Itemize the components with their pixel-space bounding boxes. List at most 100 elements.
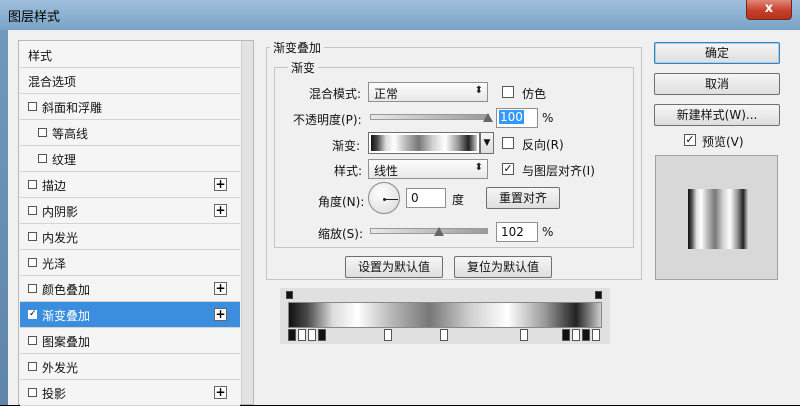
style-item-label: 描边 (42, 179, 67, 193)
style-item-checkbox[interactable] (28, 362, 37, 371)
align-with-layer-label: 与图层对齐(I) (522, 164, 595, 178)
style-item[interactable]: 样式 (20, 42, 240, 68)
gradient-picker[interactable] (368, 132, 480, 154)
style-item[interactable]: 外发光 (20, 354, 240, 380)
style-item[interactable]: 图案叠加 (20, 328, 240, 354)
opacity-slider[interactable] (370, 114, 488, 120)
style-item-label: 内阴影 (42, 205, 79, 219)
style-item[interactable]: 颜色叠加 + (20, 276, 240, 302)
color-stop[interactable] (520, 329, 528, 341)
style-item[interactable]: 内发光 (20, 224, 240, 250)
angle-input[interactable]: 0 (406, 188, 446, 208)
cancel-button[interactable]: 取消 (654, 73, 780, 95)
window-title: 图层样式 (8, 10, 61, 25)
style-item-label: 光泽 (42, 257, 67, 271)
style-item-label: 样式 (28, 49, 53, 63)
style-item-label: 纹理 (52, 153, 77, 167)
scale-input[interactable]: 102 (496, 222, 538, 242)
style-item-checkbox[interactable]: ✓ (28, 310, 37, 319)
reset-default-button[interactable]: 复位为默认值 (454, 256, 552, 278)
style-item[interactable]: 纹理 (20, 146, 240, 172)
color-stop[interactable] (572, 329, 580, 341)
dither-checkbox[interactable] (502, 86, 514, 98)
align-with-layer-checkbox[interactable]: ✓ (502, 163, 514, 175)
updown-arrow-icon: ⬍ (474, 85, 483, 96)
ok-button[interactable]: 确定 (654, 42, 780, 64)
plus-icon[interactable]: + (214, 282, 227, 295)
angle-dial[interactable] (368, 182, 400, 214)
style-item-label: 图案叠加 (42, 335, 91, 349)
scale-unit: % (542, 225, 554, 239)
style-item[interactable]: 内阴影 + (20, 198, 240, 224)
preview-swatch (688, 189, 748, 249)
gradient-editor-bar[interactable] (288, 302, 602, 328)
style-item[interactable]: 等高线 (20, 120, 240, 146)
style-item-checkbox[interactable] (28, 232, 37, 241)
style-item[interactable]: 斜面和浮雕 (20, 94, 240, 120)
style-label: 样式: (334, 164, 363, 178)
styles-list-scrollbar[interactable] (241, 41, 253, 404)
chevron-down-icon: ▼ (483, 138, 491, 148)
plus-icon[interactable]: + (214, 308, 227, 321)
layer-style-dialog: 图层样式 x 样式混合选项 斜面和浮雕等高线纹理描边 + 内阴影 + 内发光光泽颜色叠加 +… (0, 0, 800, 406)
opacity-input[interactable]: 100 (496, 108, 538, 128)
title-bar: 图层样式 x (0, 0, 800, 30)
style-item-checkbox[interactable] (28, 258, 37, 267)
style-select[interactable]: 线性 ⬍ (368, 159, 488, 179)
gradient-editor-preview (280, 288, 610, 344)
plus-icon[interactable]: + (214, 386, 227, 399)
style-item-checkbox[interactable] (38, 128, 47, 137)
style-item[interactable]: ✓ 渐变叠加 + (20, 302, 240, 328)
color-stop[interactable] (288, 329, 296, 341)
preview-checkbox[interactable]: ✓ (684, 134, 696, 146)
color-stop[interactable] (440, 329, 448, 341)
style-item[interactable]: 投影 + (20, 380, 240, 406)
reverse-checkbox[interactable] (502, 137, 514, 149)
style-item-checkbox[interactable] (38, 154, 47, 163)
style-item-label: 渐变叠加 (42, 309, 91, 323)
blend-mode-label: 混合模式: (309, 87, 362, 101)
scale-slider-thumb[interactable] (434, 227, 444, 236)
plus-icon[interactable]: + (214, 204, 227, 217)
opacity-stop-left[interactable] (286, 291, 293, 299)
style-item[interactable]: 光泽 (20, 250, 240, 276)
style-preview (655, 155, 778, 280)
new-style-button[interactable]: 新建样式(W)... (654, 104, 780, 126)
style-value: 线性 (374, 164, 399, 178)
dither-label: 仿色 (522, 87, 547, 101)
plus-icon[interactable]: + (214, 178, 227, 191)
blend-mode-select[interactable]: 正常 ⬍ (368, 82, 488, 102)
make-default-button[interactable]: 设置为默认值 (345, 256, 443, 278)
color-stop[interactable] (384, 329, 392, 341)
gradient-group-title: 渐变 (288, 59, 319, 76)
color-stop[interactable] (582, 329, 590, 341)
style-item-checkbox[interactable] (28, 180, 37, 189)
style-item-checkbox[interactable] (28, 336, 37, 345)
scale-slider[interactable] (370, 228, 488, 234)
preview-label: 预览(V) (702, 135, 744, 149)
opacity-slider-thumb[interactable] (483, 113, 493, 122)
close-button[interactable]: x (746, 0, 792, 20)
gradient-dropdown-button[interactable]: ▼ (480, 132, 494, 154)
updown-arrow-icon: ⬍ (474, 162, 483, 173)
opacity-value: 100 (499, 110, 524, 124)
angle-unit: 度 (452, 193, 465, 207)
style-item-checkbox[interactable] (28, 388, 37, 397)
style-item-checkbox[interactable] (28, 284, 37, 293)
color-stop[interactable] (562, 329, 570, 341)
color-stop[interactable] (308, 329, 316, 341)
style-item[interactable]: 描边 + (20, 172, 240, 198)
reset-alignment-button[interactable]: 重置对齐 (486, 187, 560, 209)
color-stop[interactable] (592, 329, 600, 341)
checkmark-icon: ✓ (503, 162, 513, 175)
style-item-label: 等高线 (52, 127, 89, 141)
style-item-checkbox[interactable] (28, 206, 37, 215)
color-stop[interactable] (318, 329, 326, 341)
style-item-checkbox[interactable] (28, 102, 37, 111)
color-stop[interactable] (298, 329, 306, 341)
style-item[interactable]: 混合选项 (20, 68, 240, 94)
gradient-swatch (371, 135, 477, 151)
opacity-stop-right[interactable] (595, 291, 602, 299)
scale-label: 缩放(S): (318, 227, 364, 241)
angle-value: 0 (411, 191, 419, 205)
